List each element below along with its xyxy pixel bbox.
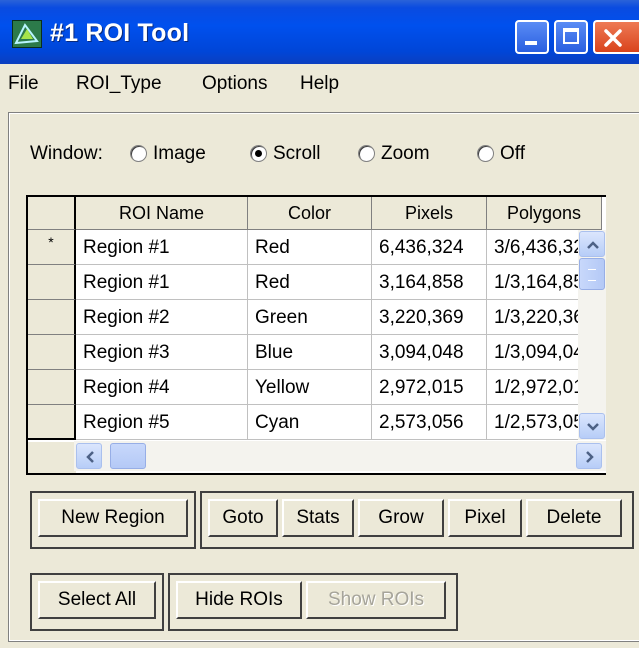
radio-image[interactable]: Image <box>130 143 206 165</box>
row-header-blank <box>28 442 76 473</box>
scroll-down-button[interactable] <box>579 413 605 439</box>
radio-zoom-button[interactable] <box>358 145 375 163</box>
scroll-right-button[interactable] <box>576 443 602 469</box>
minimize-button[interactable] <box>515 20 549 54</box>
close-button[interactable] <box>593 20 639 54</box>
window-title: #1 ROI Tool <box>50 19 190 47</box>
cell-polygons[interactable]: 1/2,972,015 <box>487 370 579 405</box>
menu-bar: File ROI_Type Options Help <box>0 64 639 104</box>
cell-polygons[interactable]: 1/2,573,056 <box>487 405 579 440</box>
select-all-group: Select All <box>30 573 164 631</box>
radio-image-button[interactable] <box>130 145 147 163</box>
radio-image-label: Image <box>153 143 206 164</box>
cell-roi-name[interactable]: Region #3 <box>76 335 248 370</box>
col-header-polygons[interactable]: Polygons <box>487 197 602 230</box>
cell-pixels[interactable]: 3,164,858 <box>372 265 487 300</box>
chevron-left-icon <box>86 451 94 463</box>
roi-visibility-group: Hide ROIs Show ROIs <box>168 573 458 631</box>
radio-scroll[interactable]: Scroll <box>250 143 321 165</box>
radio-off-button[interactable] <box>477 145 494 163</box>
cell-color[interactable]: Blue <box>248 335 372 370</box>
radio-scroll-button[interactable] <box>250 145 267 163</box>
cell-polygons[interactable]: 1/3,220,369 <box>487 300 579 335</box>
cell-pixels[interactable]: 2,972,015 <box>372 370 487 405</box>
pixel-button[interactable]: Pixel <box>448 499 522 537</box>
scroll-up-button[interactable] <box>579 231 605 257</box>
horizontal-scroll-thumb[interactable] <box>110 443 146 469</box>
col-header-pixels[interactable]: Pixels <box>372 197 487 230</box>
cell-color[interactable]: Yellow <box>248 370 372 405</box>
radio-off-label: Off <box>500 143 525 164</box>
close-icon <box>604 29 622 47</box>
chevron-right-icon <box>586 451 594 463</box>
cell-roi-name[interactable]: Region #4 <box>76 370 248 405</box>
radio-scroll-label: Scroll <box>273 143 321 164</box>
cell-roi-name[interactable]: Region #2 <box>76 300 248 335</box>
radio-zoom-label: Zoom <box>381 143 430 164</box>
table-corner <box>28 197 76 230</box>
radio-zoom[interactable]: Zoom <box>358 143 430 165</box>
cell-pixels[interactable]: 3,220,369 <box>372 300 487 335</box>
cell-pixels[interactable]: 2,573,056 <box>372 405 487 440</box>
cell-polygons[interactable]: 1/3,164,858 <box>487 265 579 300</box>
cell-roi-name[interactable]: Region #1 <box>76 265 248 300</box>
show-rois-button: Show ROIs <box>306 581 446 619</box>
vertical-scrollbar[interactable] <box>578 230 606 440</box>
hide-rois-button[interactable]: Hide ROIs <box>176 581 302 619</box>
grow-button[interactable]: Grow <box>358 499 444 537</box>
cell-polygons[interactable]: 3/6,436,324 <box>487 230 579 265</box>
radio-off[interactable]: Off <box>477 143 525 165</box>
cell-roi-name[interactable]: Region #1 <box>76 230 248 265</box>
row-header-2[interactable] <box>28 265 76 300</box>
delete-button[interactable]: Delete <box>526 499 622 537</box>
row-header-4[interactable] <box>28 335 76 370</box>
scroll-left-button[interactable] <box>76 443 102 469</box>
roi-actions-group: Goto Stats Grow Pixel Delete <box>200 491 634 549</box>
cell-color[interactable]: Red <box>248 265 372 300</box>
roi-table: ROI Name Color Pixels Polygons * Region … <box>26 195 606 475</box>
cell-polygons[interactable]: 1/3,094,048 <box>487 335 579 370</box>
menu-options[interactable]: Options <box>202 73 267 95</box>
new-region-button[interactable]: New Region <box>38 499 188 537</box>
row-header-3[interactable] <box>28 300 76 335</box>
cell-color[interactable]: Cyan <box>248 405 372 440</box>
goto-button[interactable]: Goto <box>208 499 278 537</box>
menu-file[interactable]: File <box>8 73 39 95</box>
row-header-5[interactable] <box>28 370 76 405</box>
row-header-1[interactable]: * <box>28 230 76 265</box>
vertical-scroll-thumb[interactable] <box>579 258 605 290</box>
cell-color[interactable]: Red <box>248 230 372 265</box>
select-all-button[interactable]: Select All <box>38 581 156 619</box>
title-bar[interactable]: #1 ROI Tool <box>0 0 639 64</box>
col-header-roi-name[interactable]: ROI Name <box>76 197 248 230</box>
horizontal-scrollbar[interactable] <box>74 441 606 471</box>
cell-pixels[interactable]: 6,436,324 <box>372 230 487 265</box>
chevron-up-icon <box>587 241 599 249</box>
menu-help[interactable]: Help <box>300 73 339 95</box>
col-header-color[interactable]: Color <box>248 197 372 230</box>
cell-color[interactable]: Green <box>248 300 372 335</box>
cell-roi-name[interactable]: Region #5 <box>76 405 248 440</box>
roi-tool-window: #1 ROI Tool File ROI_Type Options Help W… <box>0 0 639 648</box>
stats-button[interactable]: Stats <box>282 499 354 537</box>
row-header-6[interactable] <box>28 405 76 440</box>
roi-tool-icon <box>12 20 42 48</box>
new-region-group: New Region <box>30 491 196 549</box>
chevron-down-icon <box>587 423 599 431</box>
window-label: Window: <box>30 143 103 164</box>
maximize-button[interactable] <box>554 20 588 54</box>
cell-pixels[interactable]: 3,094,048 <box>372 335 487 370</box>
menu-roi-type[interactable]: ROI_Type <box>76 73 162 95</box>
